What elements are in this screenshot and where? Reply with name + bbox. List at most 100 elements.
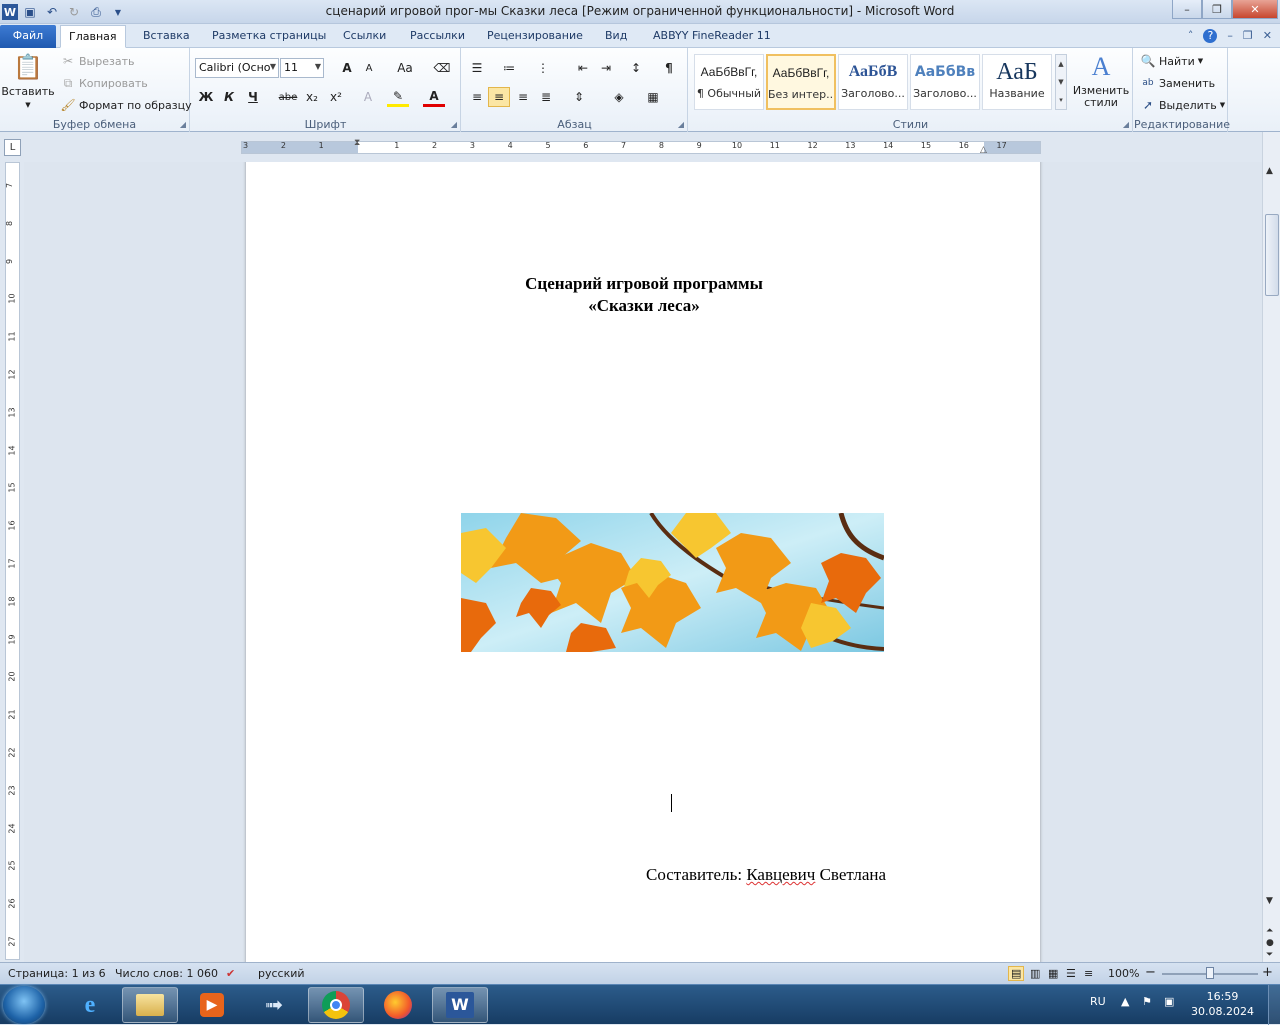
vertical-scrollbar[interactable]: ▲ ▼ ⏶ ● ⏷ bbox=[1262, 132, 1280, 962]
show-hidden-icons-icon[interactable]: ▲ bbox=[1121, 995, 1129, 1008]
chrome-icon[interactable] bbox=[308, 987, 364, 1023]
document-page[interactable]: Сценарий игровой программы «Сказки леса» bbox=[246, 162, 1040, 962]
firefox-icon[interactable] bbox=[370, 987, 426, 1023]
style-heading1[interactable]: АаБбВ Заголово... bbox=[838, 54, 908, 110]
clear-formatting-icon[interactable]: ⌫ bbox=[431, 58, 453, 78]
zoom-in-button[interactable]: + bbox=[1262, 965, 1273, 980]
select-button[interactable]: ➚ Выделить ▼ bbox=[1140, 97, 1225, 113]
line-spacing-icon[interactable]: ⇕ bbox=[568, 87, 590, 107]
dialog-launcher-icon[interactable]: ◢ bbox=[678, 120, 684, 129]
dialog-launcher-icon[interactable]: ◢ bbox=[451, 120, 457, 129]
restore-button[interactable]: ❐ bbox=[1202, 0, 1232, 19]
close-button[interactable]: ✕ bbox=[1232, 0, 1278, 19]
print-layout-icon[interactable]: ▤ bbox=[1008, 966, 1025, 981]
file-explorer-icon[interactable] bbox=[122, 987, 178, 1023]
find-button[interactable]: 🔍 Найти ▼ bbox=[1140, 53, 1204, 69]
text-effects-icon[interactable]: A bbox=[357, 87, 379, 107]
replace-button[interactable]: ab Заменить bbox=[1140, 75, 1215, 91]
autumn-leaves-image[interactable] bbox=[461, 513, 884, 652]
subscript-button[interactable]: x₂ bbox=[301, 87, 323, 107]
style-heading2[interactable]: АаБбВв Заголово... bbox=[910, 54, 980, 110]
cut-button[interactable]: ✂ Вырезать bbox=[60, 53, 135, 69]
word-count[interactable]: Число слов: 1 060 bbox=[115, 967, 218, 980]
show-desktop-button[interactable] bbox=[1268, 985, 1280, 1025]
align-right-icon[interactable]: ≡ bbox=[512, 87, 534, 107]
indent-marker-icon[interactable]: ⧗ bbox=[354, 138, 360, 148]
bold-button[interactable]: Ж bbox=[195, 87, 217, 107]
action-center-icon[interactable]: ⚑ bbox=[1142, 995, 1152, 1008]
change-case-button[interactable]: Aa bbox=[391, 58, 419, 78]
outline-icon[interactable]: ☰ bbox=[1066, 967, 1076, 980]
show-formatting-button[interactable]: ¶ bbox=[658, 58, 680, 78]
font-size-box[interactable]: 11 ▼ bbox=[280, 58, 324, 78]
scroll-up-icon[interactable]: ▲ bbox=[1266, 166, 1273, 176]
zoom-slider-thumb[interactable] bbox=[1206, 967, 1214, 979]
web-layout-icon[interactable]: ▦ bbox=[1048, 967, 1058, 980]
minimize-button[interactable]: – bbox=[1172, 0, 1202, 19]
scroll-down-icon[interactable]: ▼ bbox=[1266, 896, 1273, 906]
page-counter[interactable]: Страница: 1 из 6 bbox=[8, 967, 106, 980]
borders-icon[interactable]: ▦ bbox=[642, 87, 664, 107]
tab-abbyy[interactable]: ABBYY FineReader 11 bbox=[645, 25, 779, 48]
paste-button[interactable]: 📋 Вставить ▼ bbox=[1, 52, 54, 109]
numbering-icon[interactable]: ≔ bbox=[498, 58, 520, 78]
window-restore-icon[interactable]: ❐ bbox=[1243, 29, 1253, 43]
increase-indent-icon[interactable]: ⇥ bbox=[595, 58, 617, 78]
proofing-icon[interactable]: ✔ bbox=[226, 967, 235, 980]
word-taskbar-icon[interactable]: W bbox=[432, 987, 488, 1023]
clock[interactable]: 16:59 30.08.2024 bbox=[1191, 989, 1254, 1019]
language-tray[interactable]: RU bbox=[1090, 995, 1106, 1008]
superscript-button[interactable]: x² bbox=[325, 87, 347, 107]
shrink-font-button[interactable]: A bbox=[358, 58, 380, 78]
dialog-launcher-icon[interactable]: ◢ bbox=[180, 120, 186, 129]
style-title[interactable]: АаБ Название bbox=[982, 54, 1052, 110]
minimize-ribbon-icon[interactable]: ˄ bbox=[1188, 29, 1194, 43]
grow-font-button[interactable]: A bbox=[336, 58, 358, 78]
shading-icon[interactable]: ◈ bbox=[608, 87, 630, 107]
tab-references[interactable]: Ссылки bbox=[335, 25, 394, 48]
media-player-icon[interactable]: ▶ bbox=[184, 987, 240, 1023]
multilevel-list-icon[interactable]: ⋮ bbox=[532, 58, 554, 78]
tab-insert[interactable]: Вставка bbox=[135, 25, 198, 48]
format-painter-button[interactable]: 🖌 Формат по образцу bbox=[60, 97, 191, 113]
next-page-icon[interactable]: ⏷ bbox=[1266, 950, 1273, 960]
style-no-spacing[interactable]: АаБбВвГг, Без интер... bbox=[766, 54, 836, 110]
sort-icon[interactable]: ↕ bbox=[625, 58, 647, 78]
tab-home[interactable]: Главная bbox=[60, 25, 126, 48]
document-workspace[interactable]: Сценарий игровой программы «Сказки леса» bbox=[24, 162, 1262, 962]
tab-page-layout[interactable]: Разметка страницы bbox=[204, 25, 334, 48]
align-center-icon[interactable]: ≡ bbox=[488, 87, 510, 107]
network-icon[interactable]: ▣ bbox=[1164, 995, 1174, 1008]
style-normal[interactable]: АаБбВвГг, ¶ Обычный bbox=[694, 54, 764, 110]
tab-mailings[interactable]: Рассылки bbox=[402, 25, 473, 48]
align-left-icon[interactable]: ≡ bbox=[466, 87, 488, 107]
scroll-thumb[interactable] bbox=[1265, 214, 1279, 296]
italic-button[interactable]: К bbox=[218, 87, 240, 107]
font-name-box[interactable]: Calibri (Осно ▼ bbox=[195, 58, 279, 78]
copy-button[interactable]: ⧉ Копировать bbox=[60, 75, 148, 91]
tab-review[interactable]: Рецензирование bbox=[479, 25, 591, 48]
font-color-icon[interactable]: A bbox=[423, 87, 445, 107]
decrease-indent-icon[interactable]: ⇤ bbox=[572, 58, 594, 78]
styles-scroll[interactable]: ▲ ▼ ▾ bbox=[1055, 54, 1067, 110]
strikethrough-button[interactable]: abe bbox=[277, 87, 299, 107]
draft-icon[interactable]: ≡ bbox=[1084, 967, 1093, 980]
messenger-icon[interactable]: ➟ bbox=[246, 987, 302, 1023]
zoom-out-button[interactable]: − bbox=[1145, 965, 1156, 980]
internet-explorer-icon[interactable]: e bbox=[62, 987, 118, 1023]
tab-selector-icon[interactable]: L bbox=[4, 139, 21, 156]
vertical-ruler[interactable]: 7 8 9 10 11 12 13 14 15 16 17 18 19 20 21 22 23 24 25 26 27 bbox=[5, 162, 20, 960]
horizontal-ruler[interactable]: 3 2 1 1 2 3 4 5 6 7 8 9 10 11 12 13 14 15 16 17 ⧗ △ bbox=[241, 138, 1041, 155]
right-indent-marker-icon[interactable]: △ bbox=[980, 145, 987, 155]
justify-icon[interactable]: ≣ bbox=[535, 87, 557, 107]
full-screen-reading-icon[interactable]: ▥ bbox=[1030, 967, 1040, 980]
help-icon[interactable]: ? bbox=[1203, 29, 1218, 43]
window-close-icon[interactable]: ✕ bbox=[1263, 29, 1272, 43]
underline-button[interactable]: Ч bbox=[242, 87, 264, 107]
tab-file[interactable]: Файл bbox=[0, 25, 56, 48]
prev-page-icon[interactable]: ⏶ bbox=[1266, 926, 1273, 936]
zoom-level[interactable]: 100% bbox=[1108, 967, 1139, 980]
start-button[interactable] bbox=[3, 986, 45, 1024]
window-min-icon[interactable]: – bbox=[1227, 29, 1233, 43]
dialog-launcher-icon[interactable]: ◢ bbox=[1123, 120, 1129, 129]
